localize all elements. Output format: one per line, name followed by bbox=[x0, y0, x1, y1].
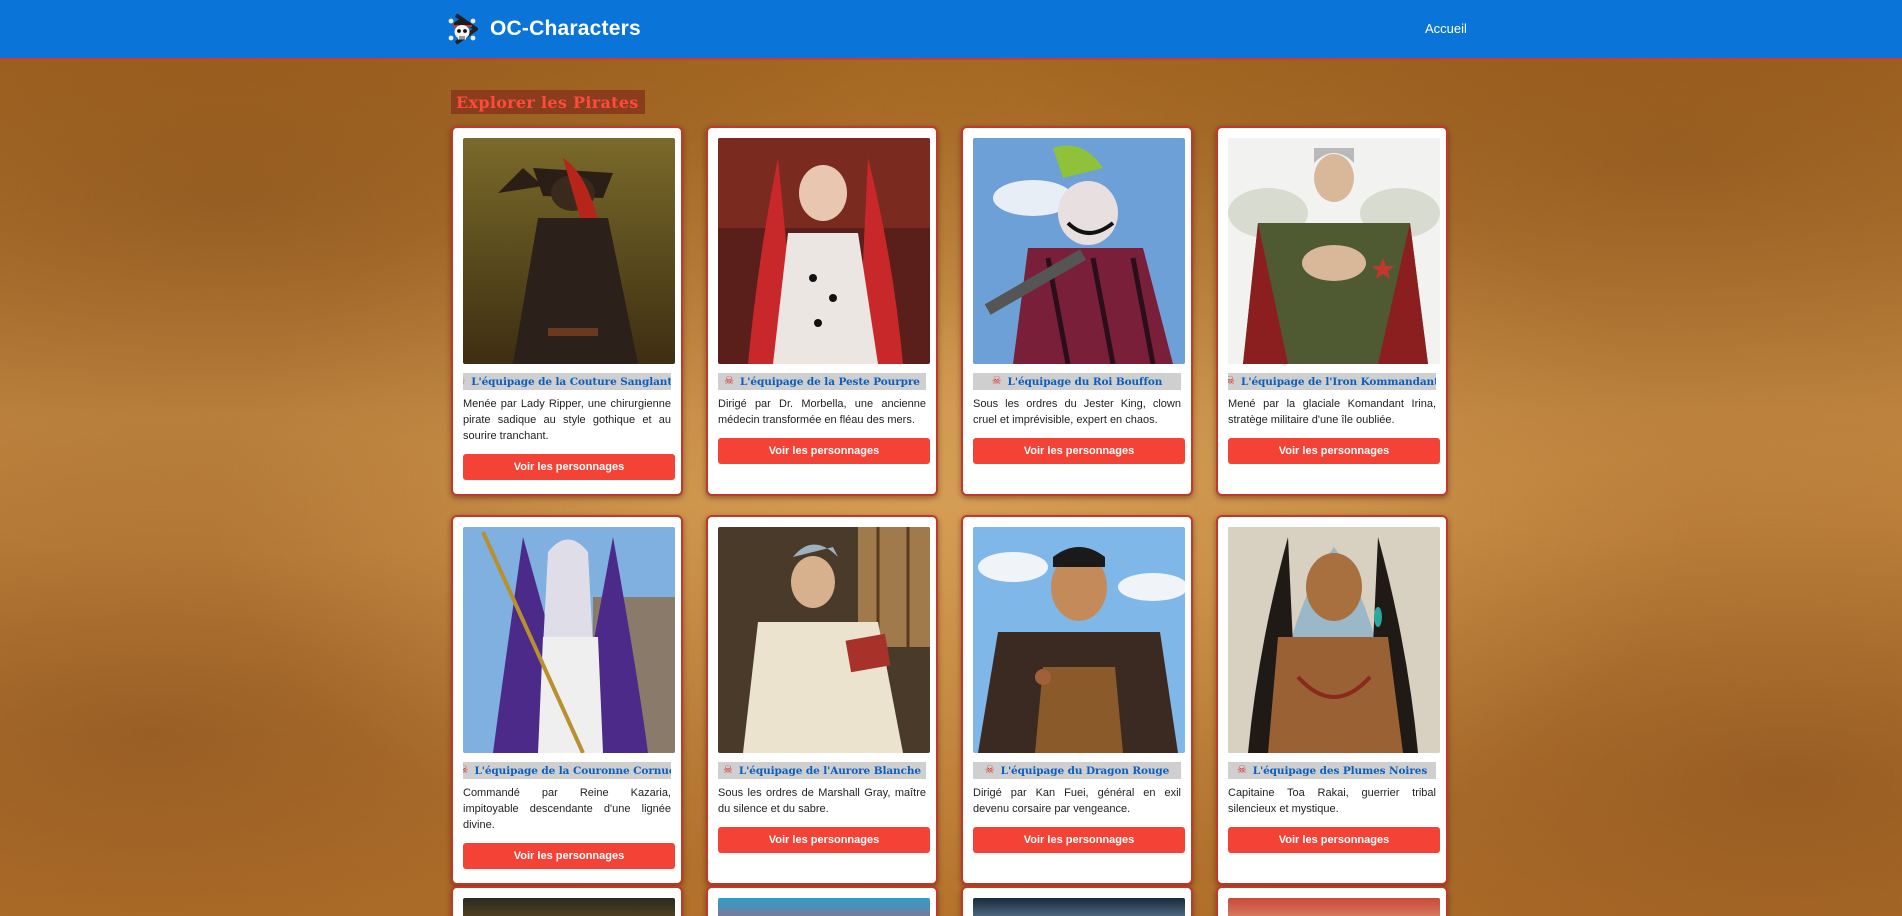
brand-link[interactable]: OC-Characters bbox=[446, 13, 641, 45]
crew-title: L'équipage du Dragon Rouge bbox=[1000, 764, 1170, 777]
crew-card: ☠ L'équipage des Plumes Noires Capitaine… bbox=[1216, 515, 1448, 885]
view-characters-button[interactable]: Voir les personnages bbox=[463, 454, 675, 480]
brand-name: OC-Characters bbox=[490, 17, 641, 40]
crew-image bbox=[463, 898, 675, 916]
view-characters-button[interactable]: Voir les personnages bbox=[973, 827, 1185, 853]
crew-title: L'équipage de la Couture Sanglante bbox=[471, 375, 671, 388]
crew-card-partial bbox=[961, 886, 1193, 916]
skull-icon: ☠ bbox=[984, 764, 995, 776]
crew-description: Menée par Lady Ripper, une chirurgienne … bbox=[463, 398, 671, 442]
crew-title-bar: ☠ L'équipage de la Peste Pourpre bbox=[718, 373, 926, 390]
nav-link-home[interactable]: Accueil bbox=[1425, 21, 1467, 36]
crew-title: L'équipage des Plumes Noires bbox=[1252, 764, 1428, 777]
crew-description: Mené par la glaciale Komandant Irina, st… bbox=[1228, 398, 1436, 426]
crew-title: L'équipage du Roi Bouffon bbox=[1007, 375, 1163, 388]
crew-title: L'équipage de la Peste Pourpre bbox=[739, 375, 920, 388]
skull-icon: ☠ bbox=[463, 764, 469, 776]
crew-title: L'équipage de l'Iron Kommandant bbox=[1241, 375, 1436, 388]
crew-card: ☠ L'équipage de la Couronne Cornue Comma… bbox=[451, 515, 683, 885]
crew-card: ☠ L'équipage de la Peste Pourpre Dirigé … bbox=[706, 126, 938, 496]
crew-image bbox=[973, 898, 1185, 916]
crew-description: Dirigé par Kan Fuei, général en exil dev… bbox=[973, 787, 1181, 815]
skull-icon: ☠ bbox=[991, 375, 1002, 387]
crew-image bbox=[463, 527, 675, 753]
skull-icon: ☠ bbox=[463, 376, 465, 387]
crew-description: Sous les ordres du Jester King, clown cr… bbox=[973, 398, 1181, 426]
crew-image bbox=[1228, 898, 1440, 916]
crew-description: Commandé par Reine Kazaria, impitoyable … bbox=[463, 787, 671, 831]
crew-card: ☠ L'équipage du Roi Bouffon Sous les ord… bbox=[961, 126, 1193, 496]
view-characters-button[interactable]: Voir les personnages bbox=[718, 827, 930, 853]
view-characters-button[interactable]: Voir les personnages bbox=[1228, 438, 1440, 464]
view-characters-button[interactable]: Voir les personnages bbox=[718, 438, 930, 464]
crew-grid-next-row bbox=[451, 886, 1453, 916]
skull-icon: ☠ bbox=[1236, 764, 1247, 776]
crew-image bbox=[463, 138, 675, 364]
crew-image bbox=[1228, 527, 1440, 753]
crew-title-bar: ☠ L'équipage de la Couronne Cornue bbox=[463, 762, 671, 779]
skull-crossbones-icon bbox=[448, 13, 478, 45]
view-characters-button[interactable]: Voir les personnages bbox=[1228, 827, 1440, 853]
crew-description: Dirigé par Dr. Morbella, une ancienne mé… bbox=[718, 398, 926, 426]
skull-icon: ☠ bbox=[724, 375, 734, 387]
skull-icon: ☠ bbox=[1228, 375, 1236, 387]
crew-description: Capitaine Toa Rakai, guerrier tribal sil… bbox=[1228, 787, 1436, 815]
crew-title: L'équipage de la Couronne Cornue bbox=[474, 764, 671, 777]
crew-card: ☠ L'équipage du Dragon Rouge Dirigé par … bbox=[961, 515, 1193, 885]
crew-card: ☠ L'équipage de l'Aurore Blanche Sous le… bbox=[706, 515, 938, 885]
skull-icon: ☠ bbox=[722, 764, 733, 776]
crew-image bbox=[718, 138, 930, 364]
view-characters-button[interactable]: Voir les personnages bbox=[463, 843, 675, 869]
crew-description: Sous les ordres de Marshall Gray, maître… bbox=[718, 787, 926, 815]
crew-image bbox=[973, 527, 1185, 753]
crew-title-bar: ☠ L'équipage de l'Iron Kommandant bbox=[1228, 373, 1436, 390]
crew-title: L'équipage de l'Aurore Blanche bbox=[738, 764, 921, 777]
crew-image bbox=[1228, 138, 1440, 364]
pirate-crew-grid: ☠ L'équipage de la Couture Sanglante Men… bbox=[451, 126, 1453, 885]
section-title: Explorer les Pirates bbox=[451, 90, 645, 114]
crew-card: ☠ L'équipage de l'Iron Kommandant Mené p… bbox=[1216, 126, 1448, 496]
crew-title-bar: ☠ L'équipage de l'Aurore Blanche bbox=[718, 762, 926, 779]
view-characters-button[interactable]: Voir les personnages bbox=[973, 438, 1185, 464]
crew-card-partial bbox=[451, 886, 683, 916]
crew-card-partial bbox=[1216, 886, 1448, 916]
crew-image bbox=[718, 898, 930, 916]
crew-title-bar: ☠ L'équipage du Roi Bouffon bbox=[973, 373, 1181, 390]
top-navbar: OC-Characters Accueil bbox=[0, 0, 1902, 60]
crew-card: ☠ L'équipage de la Couture Sanglante Men… bbox=[451, 126, 683, 496]
crew-title-bar: ☠ L'équipage du Dragon Rouge bbox=[973, 762, 1181, 779]
crew-title-bar: ☠ L'équipage des Plumes Noires bbox=[1228, 762, 1436, 779]
crew-image bbox=[973, 138, 1185, 364]
crew-card-partial bbox=[706, 886, 938, 916]
crew-title-bar: ☠ L'équipage de la Couture Sanglante bbox=[463, 373, 671, 390]
crew-image bbox=[718, 527, 930, 753]
